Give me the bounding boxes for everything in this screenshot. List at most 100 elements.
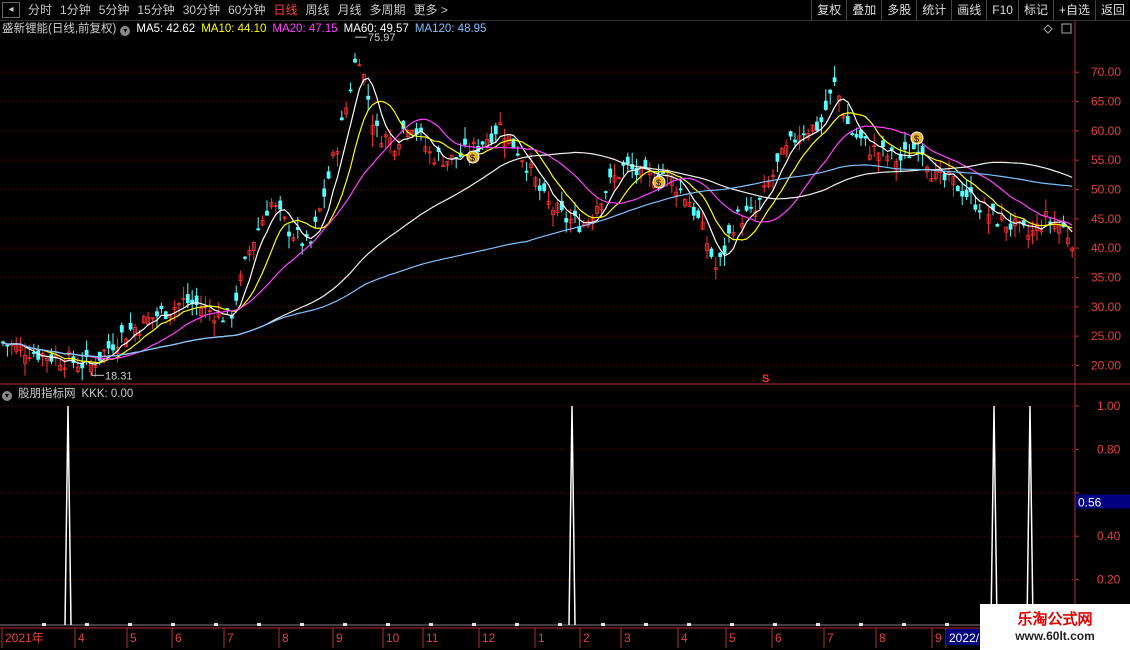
candle-body — [832, 77, 837, 83]
time-tick-label: 2021年 — [5, 631, 44, 645]
price-tick-label: 35.00 — [1091, 270, 1121, 284]
candle-body — [234, 292, 239, 301]
indicator-baseline-dot — [85, 623, 89, 626]
indicator-spike — [64, 405, 72, 626]
candle-body — [1008, 223, 1013, 230]
candle-body — [744, 205, 749, 211]
candle-body — [542, 183, 547, 192]
time-tick-label: 10 — [386, 631, 400, 645]
candle-body — [537, 185, 542, 191]
indicator-tick-label: 0.40 — [1097, 529, 1121, 543]
time-tick-label: 8 — [282, 631, 289, 645]
price-tick-label: 50.00 — [1091, 182, 1121, 196]
price-tick-label: 20.00 — [1091, 358, 1121, 372]
indicator-baseline-dot — [687, 623, 691, 626]
watermark-title: 乐淘公式网 — [1017, 611, 1093, 628]
candle-body — [903, 141, 907, 150]
candle-body — [819, 117, 824, 122]
candle-body — [366, 95, 371, 100]
candle-body — [322, 188, 327, 197]
candle-body — [278, 200, 283, 210]
ma5-line — [2, 77, 1073, 365]
money-bag-icon-glyph: $ — [914, 134, 919, 144]
indicator-spike — [990, 405, 998, 626]
price-tick-label: 60.00 — [1091, 124, 1121, 138]
candle-body — [243, 256, 247, 259]
candle-body — [300, 243, 305, 246]
candle-body — [119, 325, 124, 333]
indicator-baseline-dot — [859, 623, 863, 626]
candle-body — [480, 141, 485, 145]
candle-body — [775, 153, 780, 162]
candle-body — [111, 344, 115, 351]
time-tick-label: 5 — [130, 631, 137, 645]
candle-body — [850, 133, 855, 135]
candle-body — [185, 294, 190, 304]
indicator-baseline-dot — [816, 623, 820, 626]
candle-body — [964, 189, 969, 198]
candle-body — [955, 185, 960, 192]
indicator-spike — [1026, 405, 1034, 626]
price-tick-label: 30.00 — [1091, 300, 1121, 314]
time-tick-label: 12 — [482, 631, 496, 645]
candle-body — [973, 204, 978, 210]
panel-toggle-icon — [1061, 23, 1072, 34]
candle-body — [564, 218, 569, 223]
time-tick-label: 1 — [538, 631, 545, 645]
indicator-baseline-dot — [42, 623, 46, 626]
time-tick-label: 4 — [681, 631, 688, 645]
candle-body — [463, 138, 467, 145]
candle-body — [854, 133, 859, 138]
indicator-baseline-dot — [214, 623, 218, 626]
candle-body — [801, 133, 806, 136]
candle-body — [31, 352, 36, 354]
indicator-baseline-dot — [601, 623, 605, 626]
time-tick-label: 6 — [175, 631, 182, 645]
indicator-baseline-dot — [386, 623, 390, 626]
indicator-baseline-dot — [945, 623, 949, 626]
candle-body — [845, 116, 850, 125]
watermark-url: www.60lt.com — [1015, 629, 1095, 643]
indicator-spike — [568, 405, 576, 626]
price-tick-label: 65.00 — [1091, 95, 1121, 109]
time-tick-label: 5 — [729, 631, 736, 645]
time-tick-label: 2 — [583, 631, 590, 645]
candle-body — [287, 231, 291, 237]
candle-body — [106, 341, 111, 349]
candle-body — [608, 168, 613, 178]
candle-body — [696, 210, 701, 218]
candle-body — [749, 206, 753, 209]
price-tick-label: 45.00 — [1091, 212, 1121, 226]
diamond-icon — [1043, 24, 1053, 34]
candle-body — [625, 156, 630, 165]
indicator-baseline-dot — [429, 623, 433, 626]
indicator-baseline-dot — [472, 623, 476, 626]
high-price-label: 75.97 — [368, 32, 396, 44]
time-tick-label: 9 — [336, 631, 343, 645]
candle-body — [339, 117, 344, 121]
ma60-line — [2, 151, 1073, 358]
candle-body — [265, 210, 269, 216]
candle-body — [977, 210, 982, 213]
candlestick-chart[interactable]: 70.00 65.00 60.00 55.00 50.00 45.00 40.00 35.00… — [0, 0, 1130, 650]
candle-body — [375, 120, 379, 126]
candle-body — [49, 354, 54, 362]
time-tick-label: 9 — [935, 631, 942, 645]
candle-body — [823, 100, 828, 110]
candle-body — [159, 305, 164, 310]
candle-body — [155, 311, 159, 317]
indicator-baseline-dot — [257, 623, 261, 626]
candle-body — [828, 89, 833, 94]
candle-body — [815, 121, 819, 131]
candle-body — [889, 147, 894, 151]
time-tick-label: 3 — [624, 631, 631, 645]
time-tick-label: 8 — [879, 631, 886, 645]
money-bag-icon-glyph: $ — [470, 153, 475, 163]
candle-body — [128, 322, 133, 330]
candle-body — [5, 344, 10, 347]
candle-body — [357, 64, 362, 67]
candle-body — [757, 197, 762, 200]
candle-body — [735, 209, 740, 212]
price-tick-label: 40.00 — [1091, 241, 1121, 255]
price-tick-label: 25.00 — [1091, 329, 1121, 343]
